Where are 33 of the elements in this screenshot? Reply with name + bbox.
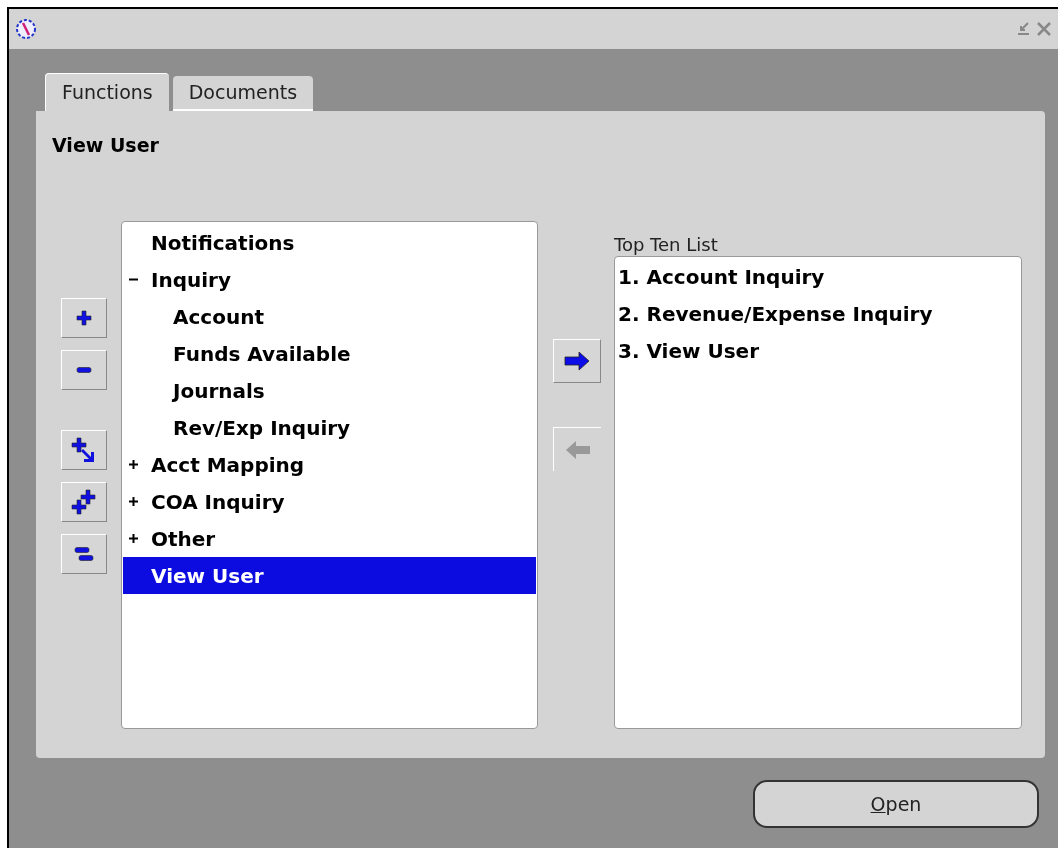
- tree-item[interactable]: Notifications: [123, 224, 536, 261]
- tree-item[interactable]: Journals: [123, 372, 536, 409]
- double-plus-icon: [70, 488, 98, 516]
- panel-heading: View User: [52, 133, 159, 158]
- expand-all-button[interactable]: [61, 482, 107, 522]
- list-item[interactable]: 1. Account Inquiry: [618, 262, 1018, 299]
- open-button[interactable]: Open: [753, 780, 1039, 828]
- tree-item[interactable]: Account: [123, 298, 536, 335]
- tree-item[interactable]: Rev/Exp Inquiry: [123, 409, 536, 446]
- tree-item[interactable]: Other: [123, 520, 536, 557]
- tab[interactable]: Documents: [172, 76, 314, 111]
- expand-icon[interactable]: [129, 460, 138, 469]
- plus-icon: [75, 309, 93, 327]
- tree-item[interactable]: View User: [123, 557, 536, 594]
- tree-item[interactable]: COA Inquiry: [123, 483, 536, 520]
- list-item[interactable]: 2. Revenue/Expense Inquiry: [618, 299, 1018, 336]
- tab[interactable]: Functions: [45, 73, 169, 111]
- tree-item[interactable]: Acct Mapping: [123, 446, 536, 483]
- expand-branch-button[interactable]: [61, 430, 107, 470]
- list-item[interactable]: 3. View User: [618, 336, 1018, 373]
- collapse-button[interactable]: [61, 350, 107, 390]
- app-logo-icon: [15, 18, 37, 40]
- collapse-all-button[interactable]: [61, 534, 107, 574]
- tree-item[interactable]: Funds Available: [123, 335, 536, 372]
- add-button[interactable]: [553, 339, 601, 383]
- expand-icon[interactable]: [129, 534, 138, 543]
- minus-icon: [75, 366, 93, 374]
- left-arrow-icon: [564, 439, 591, 460]
- tree-item[interactable]: Inquiry: [123, 261, 536, 298]
- list-label: Top Ten List: [614, 233, 718, 257]
- expand-button[interactable]: [61, 298, 107, 338]
- right-arrow-icon: [564, 351, 590, 371]
- expand-icon[interactable]: [129, 497, 138, 506]
